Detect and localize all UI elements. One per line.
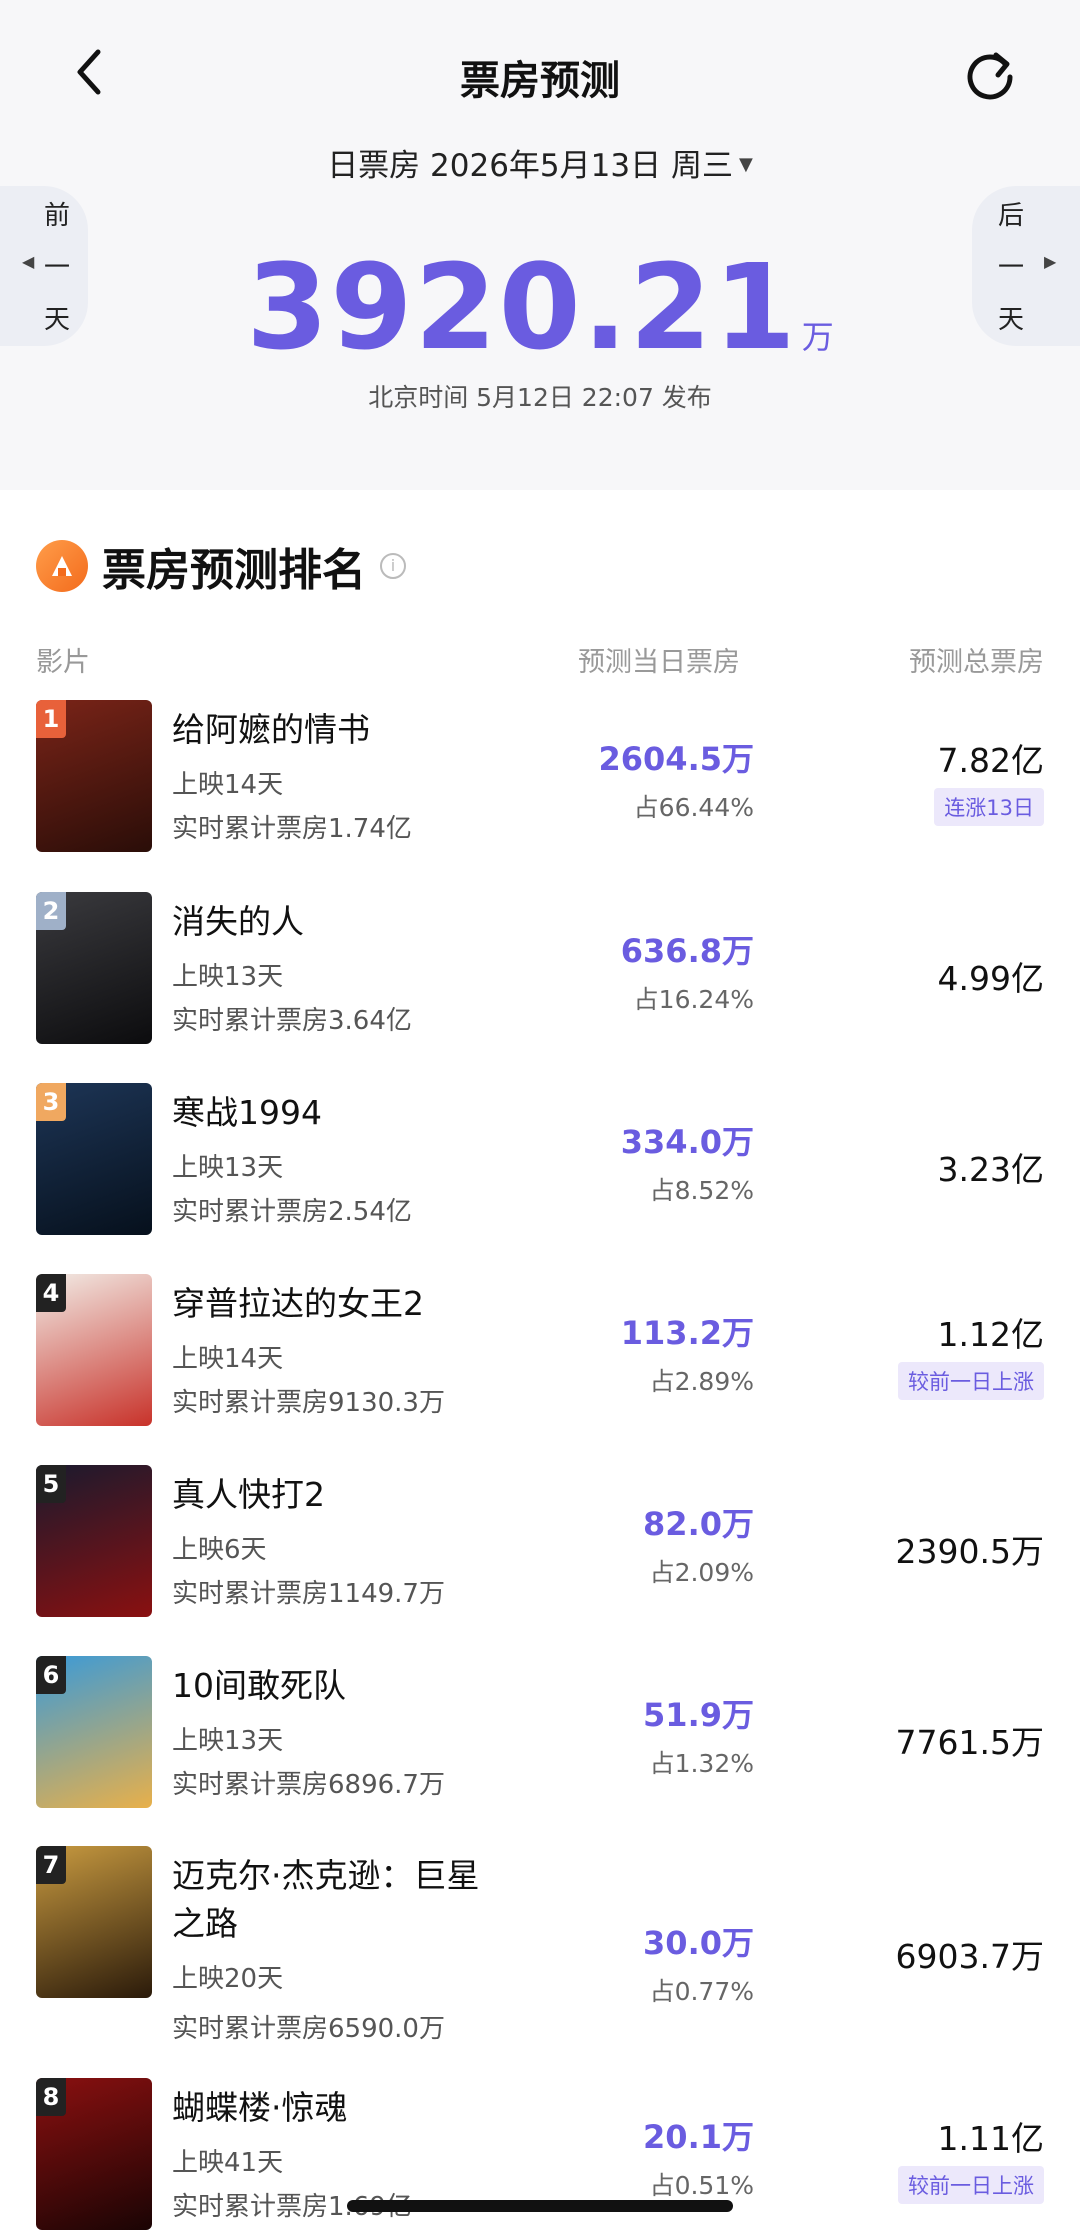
daily-forecast: 82.0万 [643, 1505, 754, 1543]
refresh-icon[interactable] [960, 45, 1020, 105]
trend-tag: 连涨13日 [934, 788, 1044, 826]
ranking-header: 票房预测排名 i [36, 534, 406, 598]
movie-title: 蝴蝶楼·惊魂 [172, 2088, 348, 2127]
daily-share: 占8.52% [649, 1176, 754, 1205]
movie-poster: 7 [36, 1846, 152, 1998]
total-forecast: 1.11亿 [937, 2119, 1044, 2158]
rank-badge: 8 [36, 2078, 66, 2116]
total-unit: 万 [801, 318, 834, 356]
total-forecast: 7.82亿 [937, 741, 1044, 780]
daily-share: 占2.89% [649, 1367, 754, 1396]
date-selector[interactable]: 日票房 2026年5月13日 周三 ▼ [0, 140, 1080, 185]
total-forecast: 2390.5万 [895, 1532, 1044, 1571]
daily-share: 占16.24% [633, 985, 754, 1014]
page-title: 票房预测 [460, 58, 620, 104]
total-forecast: 3.23亿 [937, 1150, 1044, 1189]
release-days: 上映13天 [172, 1726, 284, 1756]
col-total: 预测总票房 [909, 647, 1044, 678]
release-days: 上映13天 [172, 962, 284, 992]
total-forecast: 7761.5万 [895, 1723, 1044, 1762]
daily-share: 占0.51% [649, 2171, 754, 2200]
publish-time: 北京时间 5月12日 22:07 发布 [368, 383, 712, 412]
daily-forecast: 113.2万 [620, 1314, 754, 1352]
cumulative-box-office: 实时累计票房9130.3万 [172, 1388, 445, 1418]
summary-panel: 票房预测 日票房 2026年5月13日 周三 ▼ ◀ 前一天 后一天 ▶ 3920… [0, 0, 1080, 490]
daily-forecast: 334.0万 [620, 1123, 754, 1161]
rank-badge: 5 [36, 1465, 66, 1503]
home-indicator [347, 2200, 733, 2212]
daily-forecast: 20.1万 [643, 2118, 754, 2156]
cumulative-box-office: 实时累计票房6590.0万 [172, 2014, 445, 2044]
col-daily: 预测当日票房 [578, 647, 740, 678]
release-days: 上映6天 [172, 1535, 267, 1565]
total-box-office: 3920.21 万 [0, 238, 1080, 376]
movie-title: 消失的人 [172, 902, 304, 941]
info-icon[interactable]: i [380, 553, 406, 579]
section-title: 票房预测排名 [102, 545, 366, 596]
movie-poster: 8 [36, 2078, 152, 2230]
ranking-badge-icon [36, 540, 88, 592]
movie-title: 迈克尔·杰克逊：巨星之路 [172, 1856, 480, 1943]
rank-badge: 3 [36, 1083, 66, 1121]
daily-forecast: 636.8万 [620, 932, 754, 970]
total-forecast: 4.99亿 [937, 959, 1044, 998]
movie-poster: 3 [36, 1083, 152, 1235]
release-days: 上映14天 [172, 770, 284, 800]
movie-title: 给阿嬷的情书 [172, 710, 370, 749]
release-days: 上映14天 [172, 1344, 284, 1374]
cumulative-box-office: 实时累计票房1.74亿 [172, 814, 412, 844]
rank-badge: 7 [36, 1846, 66, 1884]
movie-title: 真人快打2 [172, 1475, 325, 1514]
cumulative-box-office: 实时累计票房1149.7万 [172, 1579, 445, 1609]
movie-poster: 5 [36, 1465, 152, 1617]
rank-badge: 1 [36, 700, 66, 738]
rank-badge: 6 [36, 1656, 66, 1694]
movie-poster: 6 [36, 1656, 152, 1808]
release-days: 上映13天 [172, 1153, 284, 1183]
rank-badge: 4 [36, 1274, 66, 1312]
col-film: 影片 [36, 647, 90, 678]
date-label: 日票房 2026年5月13日 周三 [327, 148, 733, 184]
total-forecast: 6903.7万 [895, 1937, 1044, 1976]
movie-poster: 1 [36, 700, 152, 852]
daily-forecast: 51.9万 [643, 1696, 754, 1734]
movie-title: 穿普拉达的女王2 [172, 1284, 424, 1323]
cumulative-box-office: 实时累计票房3.64亿 [172, 1006, 412, 1036]
trend-tag: 较前一日上涨 [898, 1362, 1044, 1400]
daily-share: 占1.32% [649, 1749, 754, 1778]
movie-poster: 4 [36, 1274, 152, 1426]
movie-title: 10间敢死队 [172, 1666, 346, 1705]
movie-title: 寒战1994 [172, 1093, 322, 1132]
rank-badge: 2 [36, 892, 66, 930]
cumulative-box-office: 实时累计票房6896.7万 [172, 1770, 445, 1800]
daily-share: 占2.09% [649, 1558, 754, 1587]
release-days: 上映41天 [172, 2148, 284, 2178]
total-value: 3920.21 [246, 238, 798, 376]
daily-share: 占0.77% [649, 1977, 754, 2006]
release-days: 上映20天 [172, 1964, 284, 1994]
total-forecast: 1.12亿 [937, 1315, 1044, 1354]
movie-poster: 2 [36, 892, 152, 1044]
daily-forecast: 2604.5万 [598, 740, 755, 778]
daily-forecast: 30.0万 [643, 1924, 754, 1962]
cumulative-box-office: 实时累计票房2.54亿 [172, 1197, 412, 1227]
chevron-down-icon: ▼ [738, 154, 753, 175]
daily-share: 占66.44% [633, 793, 754, 822]
trend-tag: 较前一日上涨 [898, 2166, 1044, 2204]
